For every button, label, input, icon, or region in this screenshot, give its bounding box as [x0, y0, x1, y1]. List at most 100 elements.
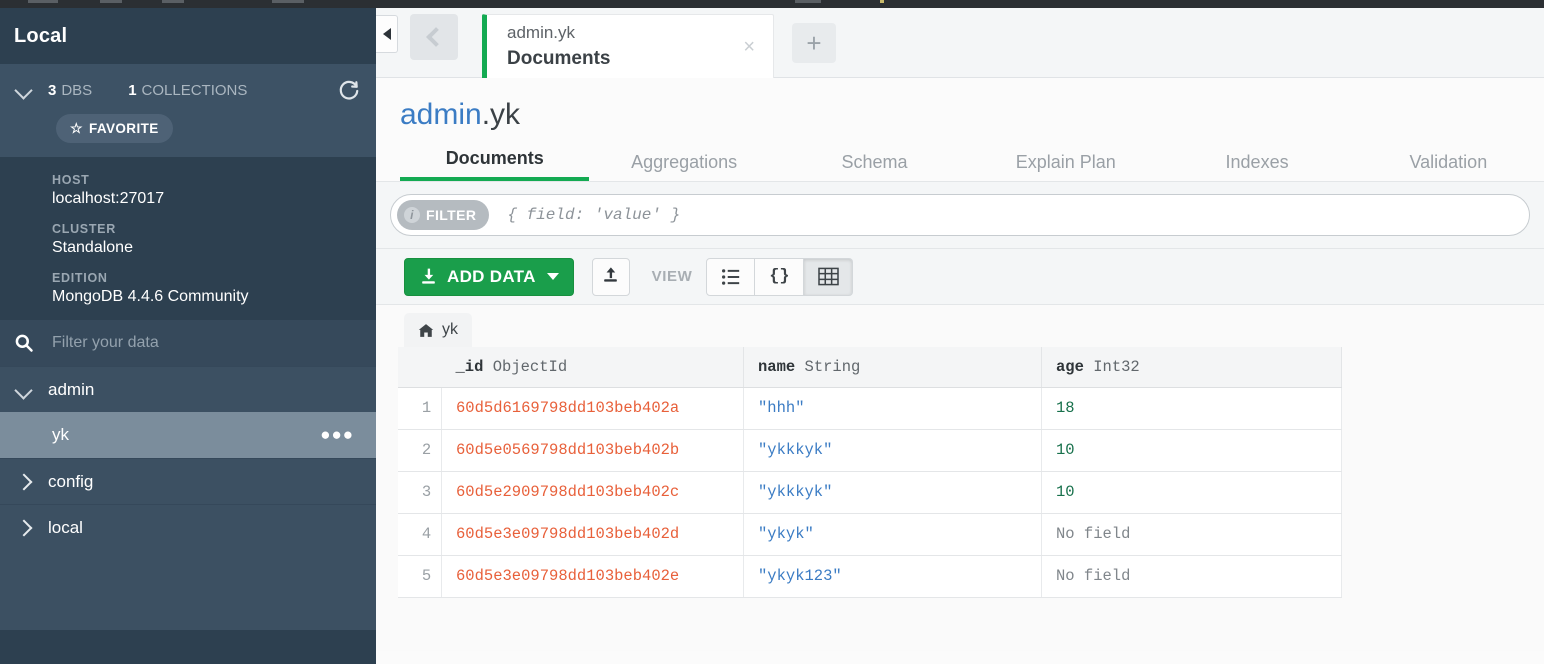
connection-details: HOST localhost:27017 CLUSTER Standalone … — [0, 157, 376, 320]
table-row[interactable]: 1 60d5d6169798dd103beb402a "hhh" 18 — [398, 387, 1342, 430]
column-header-name[interactable]: name String — [743, 347, 1042, 388]
documents-table-area: yk _id ObjectId name String age Int32 1 … — [376, 305, 1544, 651]
back-button[interactable] — [410, 14, 458, 60]
refresh-icon[interactable] — [336, 77, 362, 103]
cell-id[interactable]: 60d5e0569798dd103beb402b — [441, 429, 744, 472]
tab-indexes[interactable]: Indexes — [1161, 152, 1352, 181]
tab-documents[interactable]: Documents — [400, 148, 590, 181]
cell-name[interactable]: "ykkkyk" — [743, 429, 1042, 472]
collection-count-label: COLLECTIONS — [141, 81, 248, 99]
cell-id[interactable]: 60d5e3e09798dd103beb402e — [441, 555, 744, 598]
cell-age[interactable]: 10 — [1041, 429, 1342, 472]
collection-overflow-menu-icon[interactable]: ●●● — [320, 425, 354, 445]
menubar-tick — [795, 0, 821, 3]
view-mode-group: {} — [706, 257, 854, 296]
close-icon[interactable]: × — [743, 37, 755, 57]
row-number: 2 — [398, 429, 442, 472]
collection-nav-tabs: Documents Aggregations Schema Explain Pl… — [376, 146, 1544, 182]
documents-table: _id ObjectId name String age Int32 1 60d… — [398, 347, 1342, 598]
database-name: local — [48, 517, 83, 537]
chevron-right-icon[interactable] — [14, 518, 34, 538]
filter-badge[interactable]: i FILTER — [397, 200, 490, 230]
sidebar-database-admin[interactable]: admin — [0, 366, 376, 412]
table-row[interactable]: 5 60d5e3e09798dd103beb402e "ykyk123" No … — [398, 555, 1342, 598]
column-field-type: ObjectId — [492, 357, 568, 376]
table-collection-tab[interactable]: yk — [404, 313, 472, 347]
sidebar-filter-row[interactable] — [0, 320, 376, 366]
chevron-down-icon[interactable] — [14, 80, 34, 100]
menubar-tick — [28, 0, 58, 3]
new-tab-button[interactable]: + — [792, 23, 836, 63]
sidebar-stats-row: 3 DBS 1 COLLECTIONS — [0, 76, 376, 104]
column-header-age[interactable]: age Int32 — [1041, 347, 1342, 388]
page-title-database[interactable]: admin — [400, 98, 482, 131]
host-label: HOST — [52, 173, 90, 187]
table-row[interactable]: 2 60d5e0569798dd103beb402b "ykkkyk" 10 — [398, 429, 1342, 472]
tab-explain-plan[interactable]: Explain Plan — [970, 152, 1161, 181]
row-number: 5 — [398, 555, 442, 598]
sidebar-database-config[interactable]: config — [0, 458, 376, 504]
tab-schema[interactable]: Schema — [779, 152, 970, 181]
table-row[interactable]: 3 60d5e2909798dd103beb402c "ykkkyk" 10 — [398, 471, 1342, 514]
favorite-label: FAVORITE — [88, 121, 159, 136]
cell-name[interactable]: "ykyk" — [743, 513, 1042, 556]
column-field-type: Int32 — [1093, 357, 1140, 376]
filter-input[interactable] — [507, 206, 1529, 224]
sidebar-filter-input[interactable] — [52, 334, 332, 352]
cell-age-empty[interactable]: No field — [1041, 513, 1342, 556]
cell-name[interactable]: "ykkkyk" — [743, 471, 1042, 514]
tab-aggregations[interactable]: Aggregations — [589, 152, 778, 181]
main-content: admin.yk Documents × + admin.yk Document… — [376, 8, 1544, 664]
menubar-tick — [100, 0, 122, 3]
host-value: localhost:27017 — [52, 190, 165, 207]
db-count-label: DBS — [61, 81, 93, 99]
tab-bar: admin.yk Documents × + — [376, 8, 1544, 78]
table-row[interactable]: 4 60d5e3e09798dd103beb402d "ykyk" No fie… — [398, 513, 1342, 556]
row-number: 4 — [398, 513, 442, 556]
workspace-tab-admin-yk-documents[interactable]: admin.yk Documents × — [482, 14, 774, 78]
view-mode-table-button[interactable] — [804, 257, 854, 296]
view-mode-list-button[interactable] — [706, 257, 756, 296]
sidebar-empty-space — [0, 550, 376, 630]
cell-id[interactable]: 60d5e2909798dd103beb402c — [441, 471, 744, 514]
workspace-tab-namespace: admin.yk — [507, 23, 576, 42]
column-field-type: String — [804, 357, 861, 376]
cell-id[interactable]: 60d5e3e09798dd103beb402d — [441, 513, 744, 556]
add-data-button[interactable]: ADD DATA — [404, 257, 574, 296]
row-number-header — [398, 347, 442, 388]
chevron-down-icon[interactable] — [14, 380, 34, 400]
triangle-left-icon — [382, 28, 391, 40]
collection-count: 1 — [128, 81, 137, 99]
sidebar-stats-panel: 3 DBS 1 COLLECTIONS ☆ FAVORITE — [0, 64, 376, 157]
cell-id[interactable]: 60d5d6169798dd103beb402a — [441, 387, 744, 430]
chevron-down-icon[interactable] — [546, 273, 559, 280]
filter-bar[interactable]: i FILTER — [390, 194, 1530, 236]
sidebar-collection-yk[interactable]: yk ●●● — [0, 412, 376, 458]
sidebar: Local 3 DBS 1 COLLECTIONS ☆ FAVORITE HOS… — [0, 8, 376, 664]
column-field-name: name — [758, 357, 796, 376]
page-title-collection: .yk — [481, 98, 521, 131]
home-icon — [418, 323, 434, 338]
export-collection-button[interactable] — [591, 257, 630, 296]
os-menubar-strip — [0, 0, 1544, 8]
cell-age[interactable]: 10 — [1041, 471, 1342, 514]
favorite-button[interactable]: ☆ FAVORITE — [56, 114, 173, 143]
cell-age-empty[interactable]: No field — [1041, 555, 1342, 598]
sidebar-database-local[interactable]: local — [0, 504, 376, 550]
column-header-id[interactable]: _id ObjectId — [441, 347, 744, 388]
cell-name[interactable]: "ykyk123" — [743, 555, 1042, 598]
sidebar-collapse-button[interactable] — [376, 15, 398, 53]
add-data-label: ADD DATA — [447, 266, 536, 286]
braces-icon: {} — [769, 267, 790, 286]
collection-name: yk — [52, 425, 69, 444]
menubar-tick — [162, 0, 184, 3]
info-icon[interactable]: i — [404, 207, 420, 223]
menubar-tick — [272, 0, 304, 3]
tab-validation[interactable]: Validation — [1353, 152, 1544, 181]
chevron-right-icon[interactable] — [14, 472, 34, 492]
view-mode-json-button[interactable]: {} — [755, 257, 805, 296]
database-name: admin — [48, 379, 95, 399]
cell-name[interactable]: "hhh" — [743, 387, 1042, 430]
filter-bar-container: i FILTER — [376, 182, 1544, 249]
cell-age[interactable]: 18 — [1041, 387, 1342, 430]
